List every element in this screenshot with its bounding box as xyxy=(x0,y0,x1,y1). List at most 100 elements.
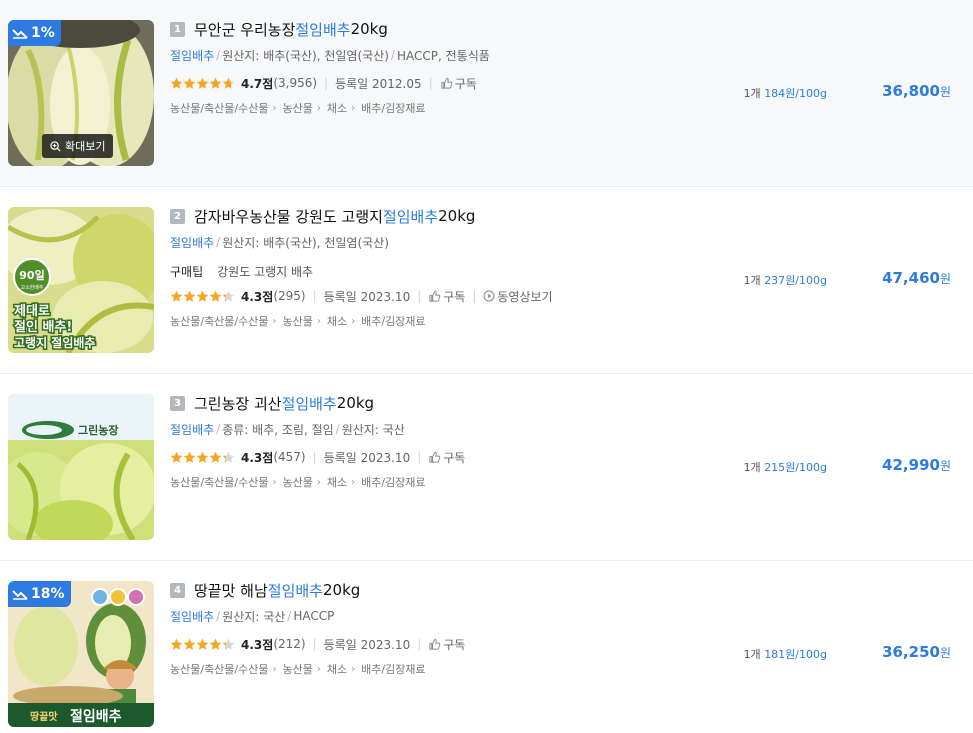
zoom-label: 확대보기 xyxy=(65,140,106,153)
zoom-button[interactable]: 확대보기 xyxy=(42,134,114,158)
price-currency: 원 xyxy=(939,272,951,286)
category-link[interactable]: 농산물/축산물/수산물 xyxy=(170,474,269,490)
spec-keyword[interactable]: 절임배추 xyxy=(170,47,214,64)
chevron-right-icon: › xyxy=(351,102,356,114)
product-thumbnail[interactable]: 땅끝맛 절임배추 18% xyxy=(8,581,154,727)
category-link[interactable]: 농산물/축산물/수산물 xyxy=(170,313,269,329)
rating-score: 4.3점 xyxy=(241,637,274,652)
register-date: 등록일 2023.10 xyxy=(323,289,411,304)
price-value[interactable]: 36,250 xyxy=(882,643,940,661)
price-value[interactable]: 47,460 xyxy=(882,269,940,287)
product-item[interactable]: 땅끝맛 절임배추 18% 4 땅끝맛 해남 절임배추 20kg 절임배추 / 원… xyxy=(0,561,973,733)
days-sub-label: 고소한배추 xyxy=(20,284,43,291)
title-text[interactable]: 무안군 우리농장 xyxy=(194,19,295,40)
price-currency: 원 xyxy=(939,85,951,99)
category-link[interactable]: 농산물 xyxy=(283,474,313,490)
category-link[interactable]: 채소 xyxy=(327,661,347,677)
subscribe-label: 구독 xyxy=(443,289,466,304)
product-thumbnail[interactable]: 1% 확대보기 xyxy=(8,20,154,166)
title-text[interactable]: 감자바우농산물 강원도 고랭지 xyxy=(194,206,383,227)
category-link[interactable]: 농산물/축산물/수산물 xyxy=(170,100,269,116)
star-icon xyxy=(170,638,183,650)
tip-text: 강원도 고랭지 배추 xyxy=(217,264,314,279)
star-icon xyxy=(170,290,183,302)
subscribe-button[interactable]: 구독 xyxy=(428,449,465,466)
category-link[interactable]: 농산물 xyxy=(283,661,313,677)
zoom-in-icon xyxy=(50,140,61,152)
category-link[interactable]: 농산물 xyxy=(283,100,313,116)
spec-row: 절임배추 / 원산지: 국산 / HACCP xyxy=(170,608,335,625)
title-suffix[interactable]: 20kg xyxy=(323,581,360,599)
thumbs-up-icon xyxy=(429,451,441,463)
title-suffix[interactable]: 20kg xyxy=(337,394,374,412)
rank-badge: 3 xyxy=(170,395,185,411)
product-item[interactable]: 그린농장 3 그린농장 괴산 절임배추 20kg 절임배추 / 종류: 배추, … xyxy=(0,374,973,561)
chevron-right-icon: › xyxy=(316,663,321,675)
subscribe-button[interactable]: 구독 xyxy=(440,75,477,92)
product-title[interactable]: 2 감자바우농산물 강원도 고랭지 절임배추 20kg xyxy=(170,205,710,227)
title-keyword[interactable]: 절임배추 xyxy=(282,393,337,414)
unit-prefix: 1개 xyxy=(743,87,761,100)
chevron-right-icon: › xyxy=(351,476,356,488)
discount-value: 1% xyxy=(31,25,55,41)
title-keyword[interactable]: 절임배추 xyxy=(383,206,438,227)
star-icon xyxy=(209,638,222,650)
rating-stars xyxy=(170,451,235,464)
video-button[interactable]: 동영상보기 xyxy=(483,288,553,305)
product-title[interactable]: 3 그린농장 괴산 절임배추 20kg xyxy=(170,392,710,414)
product-price[interactable]: 36,800원 xyxy=(882,82,951,100)
category-link[interactable]: 배추/김장재료 xyxy=(361,661,425,677)
category-link[interactable]: 배추/김장재료 xyxy=(361,474,425,490)
unit-price: 1개 215원/100g xyxy=(744,459,827,475)
category-link[interactable]: 농산물/축산물/수산물 xyxy=(170,661,269,677)
product-price[interactable]: 42,990원 xyxy=(882,456,951,474)
title-text[interactable]: 그린농장 괴산 xyxy=(194,393,282,414)
title-keyword[interactable]: 절임배추 xyxy=(268,580,323,601)
image-caption-line3: 고랭지 절임배추 xyxy=(14,335,95,350)
product-item[interactable]: 1% 확대보기 1 무안군 우리농장 절임배추 20kg 절임배추 / 원산지:… xyxy=(0,0,973,187)
category-link[interactable]: 농산물 xyxy=(283,313,313,329)
product-title[interactable]: 4 땅끝맛 해남 절임배추 20kg xyxy=(170,579,710,601)
cabbage-image: 90일 고소한배추 제대로 절인 배추! 고랭지 절임배추 xyxy=(8,207,154,353)
review-count[interactable]: (3,956) xyxy=(273,76,317,90)
review-count[interactable]: (212) xyxy=(273,637,305,651)
title-suffix[interactable]: 20kg xyxy=(351,20,388,38)
unit-price-value: 237원/100g xyxy=(764,274,827,287)
title-suffix[interactable]: 20kg xyxy=(438,207,475,225)
chevron-right-icon: › xyxy=(351,315,356,327)
banner-small-text: 땅끝맛 xyxy=(30,710,58,723)
title-keyword[interactable]: 절임배추 xyxy=(295,19,350,40)
product-price[interactable]: 36,250원 xyxy=(882,643,951,661)
spec-keyword[interactable]: 절임배추 xyxy=(170,421,214,438)
category-link[interactable]: 채소 xyxy=(327,474,347,490)
title-text[interactable]: 땅끝맛 해남 xyxy=(194,580,268,601)
star-icon xyxy=(222,451,235,463)
price-value[interactable]: 42,990 xyxy=(882,456,940,474)
category-link[interactable]: 배추/김장재료 xyxy=(361,313,425,329)
product-price[interactable]: 47,460원 xyxy=(882,269,951,287)
rating-stars xyxy=(170,77,235,90)
category-link[interactable]: 채소 xyxy=(327,313,347,329)
meta-row: 4.3점 (212) | 등록일 2023.10 | 구독 xyxy=(170,635,710,653)
product-item[interactable]: 90일 고소한배추 제대로 절인 배추! 고랭지 절임배추 2 감자바우농산물 … xyxy=(0,187,973,374)
review-count[interactable]: (295) xyxy=(273,289,305,303)
category-link[interactable]: 배추/김장재료 xyxy=(361,100,425,116)
product-thumbnail[interactable]: 그린농장 xyxy=(8,394,154,540)
chevron-right-icon: › xyxy=(351,663,356,675)
spec-keyword[interactable]: 절임배추 xyxy=(170,608,214,625)
product-thumbnail[interactable]: 90일 고소한배추 제대로 절인 배추! 고랭지 절임배추 xyxy=(8,207,154,353)
cabbage-image: 그린농장 xyxy=(8,394,154,540)
subscribe-label: 구독 xyxy=(454,76,477,91)
category-link[interactable]: 채소 xyxy=(327,100,347,116)
review-count[interactable]: (457) xyxy=(273,450,305,464)
spec-item: 원산지: 국산 xyxy=(341,422,405,437)
subscribe-button[interactable]: 구독 xyxy=(428,636,465,653)
product-title[interactable]: 1 무안군 우리농장 절임배추 20kg xyxy=(170,18,710,40)
meta-row: 4.3점 (457) | 등록일 2023.10 | 구독 xyxy=(170,448,710,466)
star-icon xyxy=(170,451,183,463)
product-info: 2 감자바우농산물 강원도 고랭지 절임배추 20kg 절임배추 / 원산지: … xyxy=(170,205,710,330)
spec-keyword[interactable]: 절임배추 xyxy=(170,234,214,251)
subscribe-button[interactable]: 구독 xyxy=(428,288,465,305)
rank-badge: 2 xyxy=(170,208,185,224)
price-value[interactable]: 36,800 xyxy=(882,82,940,100)
